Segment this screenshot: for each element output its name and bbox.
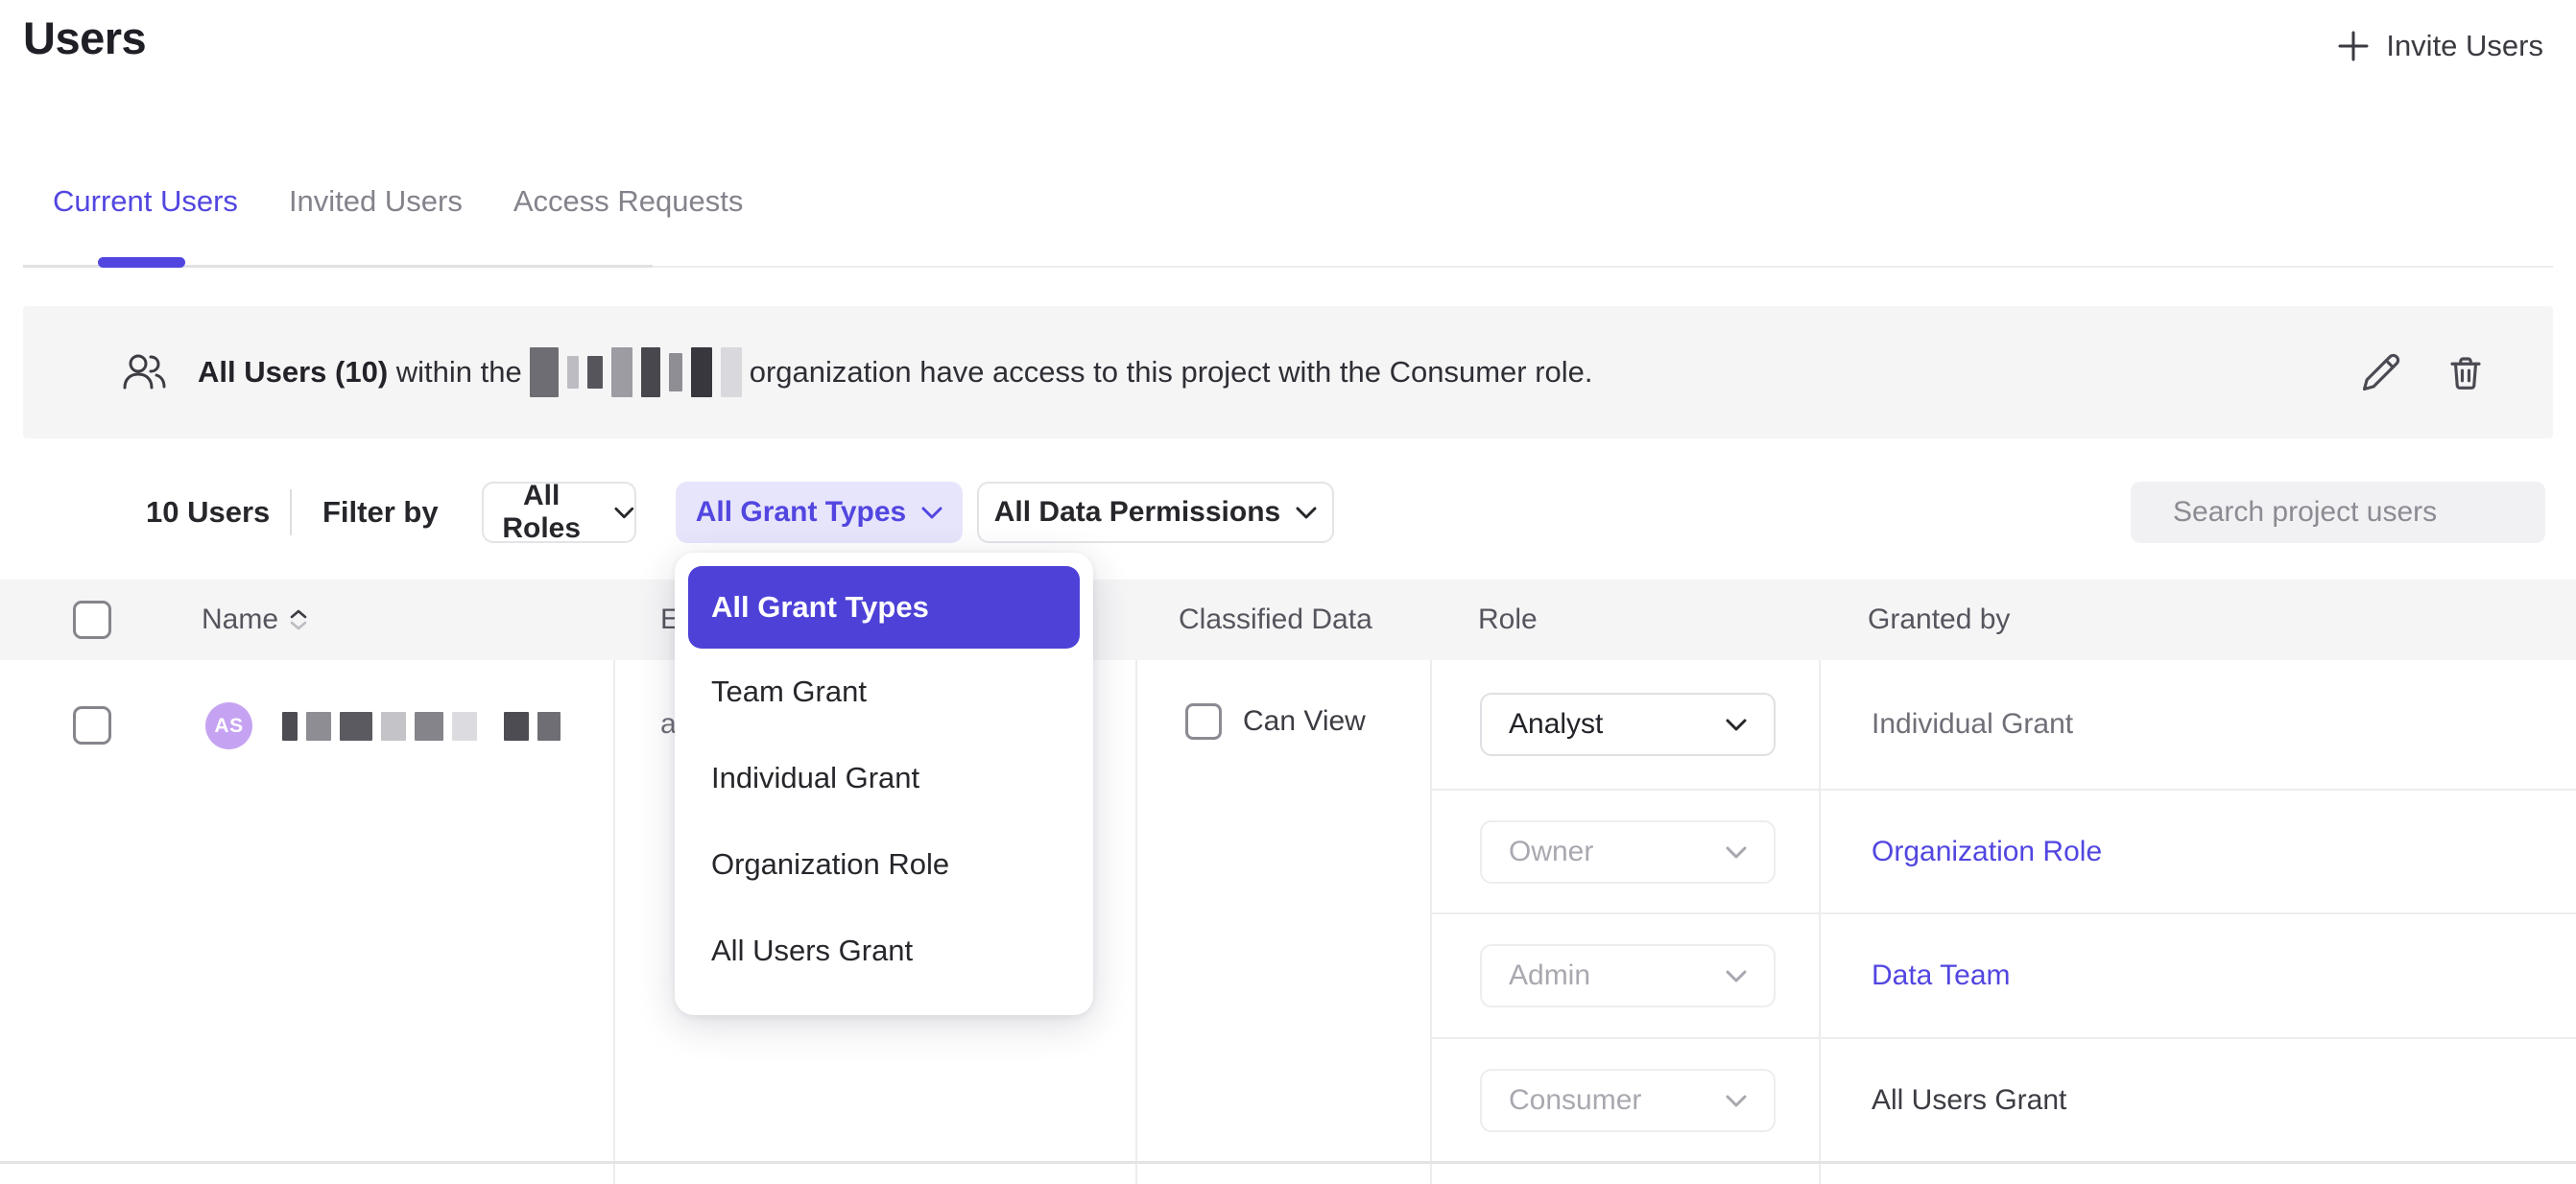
banner-text-after: organization have access to this project… bbox=[750, 355, 1593, 390]
granted-by-all-users-grant: All Users Grant bbox=[1872, 1069, 2066, 1132]
column-header-classified: Classified Data bbox=[1179, 580, 1372, 660]
row-divider bbox=[0, 1161, 2576, 1164]
row-checkbox[interactable] bbox=[73, 706, 111, 745]
role-select-owner: Owner bbox=[1480, 820, 1776, 884]
table-row bbox=[73, 706, 111, 745]
sort-icon bbox=[290, 609, 307, 630]
users-icon bbox=[121, 351, 167, 393]
banner-actions bbox=[2361, 352, 2486, 392]
tab-current-users[interactable]: Current Users bbox=[53, 184, 238, 219]
column-divider bbox=[1819, 660, 1821, 1184]
toolbar-divider bbox=[290, 489, 292, 535]
column-header-granted-by: Granted by bbox=[1868, 580, 2010, 660]
all-grant-types-label: All Grant Types bbox=[696, 496, 907, 529]
chevron-down-icon bbox=[1726, 846, 1747, 859]
chevron-down-icon bbox=[921, 507, 942, 519]
all-roles-label: All Roles bbox=[484, 480, 599, 545]
chevron-down-icon bbox=[1726, 719, 1747, 731]
sub-row-divider bbox=[1430, 912, 2576, 914]
granted-by-individual-grant: Individual Grant bbox=[1872, 693, 2073, 756]
menu-item-organization-role[interactable]: Organization Role bbox=[688, 821, 1080, 908]
tab-access-requests[interactable]: Access Requests bbox=[513, 184, 744, 219]
tab-invited-users[interactable]: Invited Users bbox=[289, 184, 463, 219]
all-roles-filter[interactable]: All Roles bbox=[482, 482, 636, 543]
filter-by-label: Filter by bbox=[322, 482, 439, 543]
menu-item-all-grant-types[interactable]: All Grant Types bbox=[688, 566, 1080, 649]
delete-icon bbox=[2445, 352, 2486, 392]
role-select-analyst[interactable]: Analyst bbox=[1480, 693, 1776, 756]
column-divider bbox=[613, 660, 615, 1184]
chevron-down-icon bbox=[1726, 970, 1747, 983]
redacted-user-name bbox=[282, 712, 561, 741]
chevron-down-icon bbox=[1296, 507, 1317, 519]
filter-toolbar: 10 Users Filter by All Roles All Grant T… bbox=[0, 482, 2576, 543]
menu-item-individual-grant[interactable]: Individual Grant bbox=[688, 735, 1080, 821]
avatar: AS bbox=[205, 702, 252, 749]
page-title: Users bbox=[23, 12, 146, 64]
user-count: 10 Users bbox=[146, 482, 270, 543]
can-view-checkbox[interactable] bbox=[1185, 703, 1222, 740]
invite-users-button[interactable]: Invite Users bbox=[2336, 29, 2543, 63]
all-data-permissions-label: All Data Permissions bbox=[994, 496, 1280, 529]
banner-bold-text: All Users (10) bbox=[198, 355, 388, 390]
menu-item-all-users-grant[interactable]: All Users Grant bbox=[688, 908, 1080, 994]
granted-by-data-team-link[interactable]: Data Team bbox=[1872, 944, 2011, 1007]
column-divider bbox=[1430, 660, 1432, 1184]
all-users-banner: All Users (10) within the organization ha… bbox=[23, 306, 2553, 438]
all-grant-types-filter[interactable]: All Grant Types bbox=[676, 482, 963, 543]
column-header-name[interactable]: Name bbox=[202, 580, 307, 660]
search-input[interactable] bbox=[2173, 496, 2543, 529]
column-divider bbox=[1135, 660, 1137, 1184]
chevron-down-icon bbox=[614, 507, 634, 519]
users-page: Users Invite Users Current Users Invited… bbox=[0, 0, 2576, 1184]
menu-item-team-grant[interactable]: Team Grant bbox=[688, 649, 1080, 735]
select-all-checkbox[interactable] bbox=[73, 601, 111, 639]
role-select-consumer: Consumer bbox=[1480, 1069, 1776, 1132]
all-data-permissions-filter[interactable]: All Data Permissions bbox=[977, 482, 1334, 543]
delete-banner-button[interactable] bbox=[2445, 352, 2486, 392]
column-header-role: Role bbox=[1478, 580, 1538, 660]
banner-text-before: within the bbox=[388, 355, 522, 390]
table-header: Name Email Classified Data Role Granted … bbox=[0, 580, 2576, 660]
redacted-org-name bbox=[530, 347, 742, 397]
sub-row-divider bbox=[1430, 789, 2576, 791]
granted-by-organization-role-link[interactable]: Organization Role bbox=[1872, 820, 2102, 884]
classified-data-cell: Can View bbox=[1185, 703, 1366, 740]
banner-text: All Users (10) within the organization ha… bbox=[198, 347, 1593, 397]
grant-types-dropdown-menu: All Grant Types Team Grant Individual Gr… bbox=[675, 553, 1093, 1015]
sub-row-divider bbox=[1430, 1037, 2576, 1039]
chevron-down-icon bbox=[1726, 1095, 1747, 1107]
edit-icon bbox=[2361, 352, 2401, 392]
role-select-admin: Admin bbox=[1480, 944, 1776, 1007]
plus-icon bbox=[2336, 29, 2371, 63]
tab-bar: Current Users Invited Users Access Reque… bbox=[53, 184, 743, 219]
active-tab-indicator bbox=[98, 257, 185, 268]
can-view-label: Can View bbox=[1243, 705, 1366, 738]
edit-banner-button[interactable] bbox=[2361, 352, 2401, 392]
search-box bbox=[2131, 482, 2545, 543]
invite-users-label: Invite Users bbox=[2386, 29, 2543, 63]
